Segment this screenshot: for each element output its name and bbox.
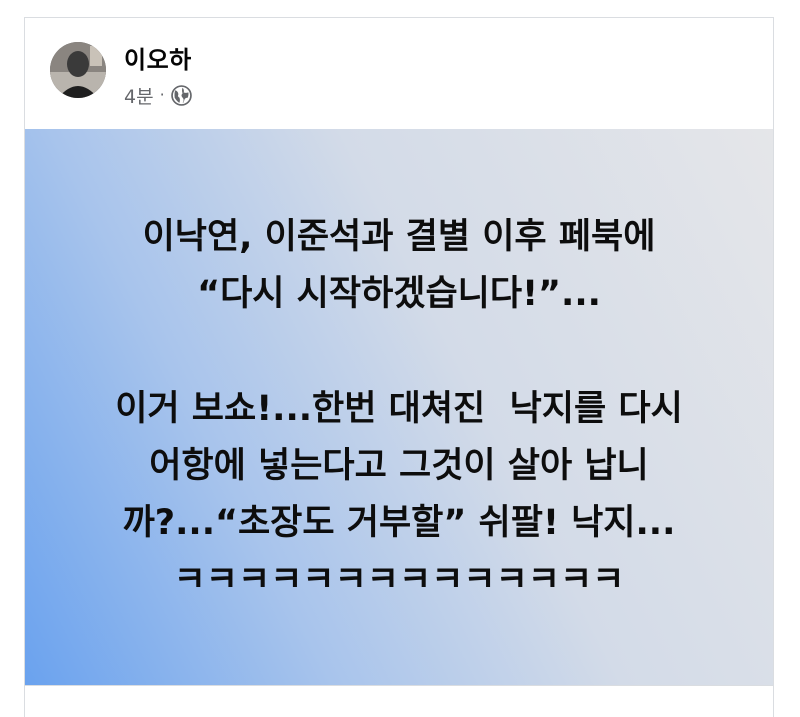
avatar[interactable]	[50, 42, 106, 98]
post-line-gap	[25, 323, 773, 381]
post-bottom-divider	[25, 685, 773, 686]
post-line: 까?...“초장도 거부할” 쉬팔! 낙지...	[122, 503, 676, 543]
post-background: 이낙연, 이준석과 결별 이후 페북에 “다시 시작하겠습니다!”... 이거 …	[25, 129, 773, 685]
post-line: 이거 보쇼!...한번 대쳐진 낙지를 다시	[115, 389, 683, 429]
meta-separator: ·	[159, 85, 165, 104]
post-meta: 4분 ·	[124, 82, 192, 108]
post-text: 이낙연, 이준석과 결별 이후 페북에 “다시 시작하겠습니다!”... 이거 …	[25, 209, 773, 609]
post-line: 어항에 넣는다고 그것이 살아 납니	[149, 446, 649, 486]
post-line: “다시 시작하겠습니다!”...	[197, 274, 601, 314]
post-line: 이낙연, 이준석과 결별 이후 페북에	[142, 217, 656, 257]
post-time[interactable]: 4분	[124, 82, 154, 109]
globe-icon	[170, 84, 192, 106]
avatar-image-icon	[50, 42, 106, 98]
author-name[interactable]: 이오하	[124, 40, 192, 75]
post-card: 이오하 4분 · 이낙연, 이준석과 결별 이후 페북에 “다시 시작하겠습니다…	[24, 17, 774, 717]
post-line: ㅋㅋㅋㅋㅋㅋㅋㅋㅋㅋㅋㅋㅋㅋ	[173, 560, 625, 600]
post-header: 이오하 4분 ·	[25, 18, 773, 128]
